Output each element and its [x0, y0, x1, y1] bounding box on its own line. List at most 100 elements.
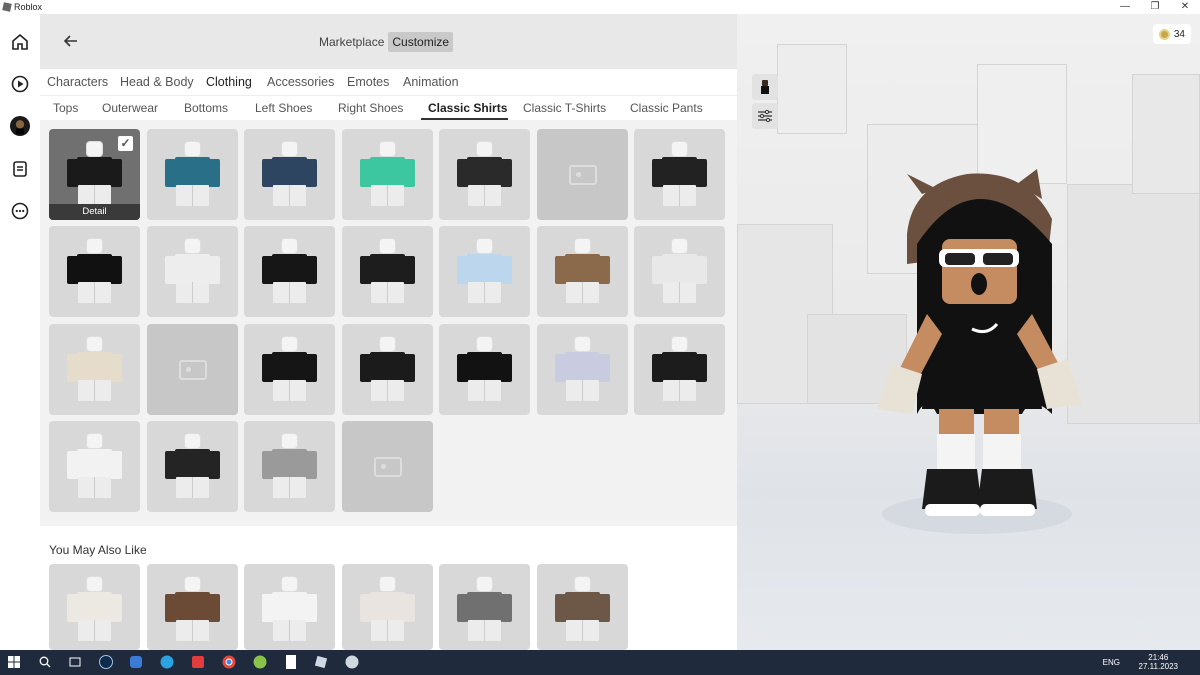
system-clock[interactable]: 21:46 27.11.2023	[1139, 653, 1178, 671]
restore-button[interactable]: ❐	[1140, 0, 1170, 14]
shirt-preview	[67, 238, 122, 303]
subcategory-classic-pants[interactable]: Classic Pants	[630, 101, 703, 115]
recommendation-tile[interactable]	[439, 564, 530, 650]
category-animation[interactable]: Animation	[403, 75, 459, 89]
recommendation-tile[interactable]	[244, 564, 335, 650]
shirt-preview	[457, 141, 512, 206]
detail-button[interactable]: Detail	[49, 204, 140, 220]
item-tile[interactable]	[244, 129, 335, 220]
taskbar: ENG 21:46 27.11.2023	[0, 650, 1200, 675]
app-icon[interactable]	[252, 654, 268, 670]
shirt-preview	[165, 576, 220, 641]
item-tile[interactable]	[244, 324, 335, 415]
head-view-icon[interactable]	[752, 74, 778, 100]
recommendations: You May Also Like	[40, 526, 737, 650]
roblox-logo-icon	[2, 2, 12, 12]
item-tile[interactable]	[634, 226, 725, 317]
item-tile[interactable]	[537, 226, 628, 317]
shirt-preview	[457, 576, 512, 641]
shirt-preview	[262, 433, 317, 498]
item-tile[interactable]	[634, 324, 725, 415]
subcategory-tabs: Tops Outerwear Bottoms Left Shoes Right …	[40, 95, 737, 120]
chrome-icon[interactable]	[221, 654, 237, 670]
mode-switch: Marketplace Customize	[315, 32, 454, 52]
input-language[interactable]: ENG	[1103, 658, 1120, 667]
item-tile[interactable]	[439, 324, 530, 415]
close-button[interactable]: ✕	[1170, 0, 1200, 14]
subcategory-outerwear[interactable]: Outerwear	[102, 101, 158, 115]
recommendation-tile[interactable]	[342, 564, 433, 650]
category-characters[interactable]: Characters	[47, 75, 108, 89]
subcategory-tops[interactable]: Tops	[53, 101, 78, 115]
telegram-icon[interactable]	[159, 654, 175, 670]
shirt-preview	[457, 238, 512, 303]
shirt-preview	[165, 141, 220, 206]
item-tile[interactable]	[634, 129, 725, 220]
subcategory-right-shoes[interactable]: Right Shoes	[338, 101, 403, 115]
subcategory-bottoms[interactable]: Bottoms	[184, 101, 228, 115]
shirt-preview	[165, 433, 220, 498]
recommendation-tile[interactable]	[147, 564, 238, 650]
item-tile[interactable]	[147, 421, 238, 512]
home-icon[interactable]	[10, 32, 30, 52]
more-icon[interactable]	[10, 201, 30, 221]
image-placeholder-icon	[179, 360, 207, 380]
shirt-preview	[652, 336, 707, 401]
windows-start-icon[interactable]	[6, 654, 22, 670]
recommendation-tile[interactable]	[537, 564, 628, 650]
item-tile[interactable]: ✓ Detail	[49, 129, 140, 220]
sliders-icon[interactable]	[752, 103, 778, 129]
clock-date: 27.11.2023	[1138, 662, 1178, 671]
minimize-button[interactable]: —	[1110, 0, 1140, 14]
task-view-icon[interactable]	[67, 654, 83, 670]
item-tile[interactable]	[49, 324, 140, 415]
shirt-preview	[652, 238, 707, 303]
sidebar	[0, 14, 40, 650]
subcategory-left-shoes[interactable]: Left Shoes	[255, 101, 312, 115]
item-tile[interactable]	[244, 421, 335, 512]
shirt-preview	[262, 141, 317, 206]
steam-icon[interactable]	[98, 654, 114, 670]
item-tile[interactable]	[342, 226, 433, 317]
category-head-body[interactable]: Head & Body	[120, 75, 194, 89]
clock-time: 21:46	[1148, 653, 1169, 662]
item-tile[interactable]	[49, 421, 140, 512]
tab-customize[interactable]: Customize	[388, 32, 454, 52]
item-tile[interactable]	[147, 226, 238, 317]
item-tile-placeholder[interactable]	[147, 324, 238, 415]
robux-amount: 34	[1173, 28, 1185, 40]
app-icon[interactable]	[344, 654, 360, 670]
item-tile[interactable]	[244, 226, 335, 317]
item-tile[interactable]	[537, 324, 628, 415]
category-clothing[interactable]: Clothing	[206, 75, 252, 89]
subcategory-classic-t-shirts[interactable]: Classic T-Shirts	[523, 101, 606, 115]
window-title: Roblox	[14, 2, 43, 12]
chat-icon[interactable]	[10, 159, 30, 179]
app-icon[interactable]	[128, 654, 144, 670]
item-tile-placeholder[interactable]	[342, 421, 433, 512]
search-icon[interactable]	[37, 654, 53, 670]
arrow-left-icon[interactable]	[62, 32, 84, 52]
subcategory-classic-shirts[interactable]: Classic Shirts	[428, 101, 507, 115]
item-tile[interactable]	[342, 324, 433, 415]
item-tile[interactable]	[342, 129, 433, 220]
checkmark-icon[interactable]: ✓	[118, 136, 133, 151]
item-tile[interactable]	[439, 129, 530, 220]
category-emotes[interactable]: Emotes	[347, 75, 389, 89]
item-tile[interactable]	[49, 226, 140, 317]
category-accessories[interactable]: Accessories	[267, 75, 334, 89]
shirt-preview	[67, 336, 122, 401]
item-tile-placeholder[interactable]	[537, 129, 628, 220]
tab-marketplace[interactable]: Marketplace	[315, 32, 388, 52]
avatar-viewport[interactable]: 34	[737, 14, 1200, 650]
item-tile[interactable]	[147, 129, 238, 220]
app-icon[interactable]	[190, 654, 206, 670]
shirt-preview	[360, 336, 415, 401]
avatar[interactable]	[10, 116, 30, 136]
recommendation-tile[interactable]	[49, 564, 140, 650]
robux-balance[interactable]: 34	[1152, 24, 1191, 44]
roblox-taskbar-icon[interactable]	[313, 654, 329, 670]
file-icon[interactable]	[283, 654, 299, 670]
play-icon[interactable]	[10, 74, 30, 94]
item-tile[interactable]	[439, 226, 530, 317]
